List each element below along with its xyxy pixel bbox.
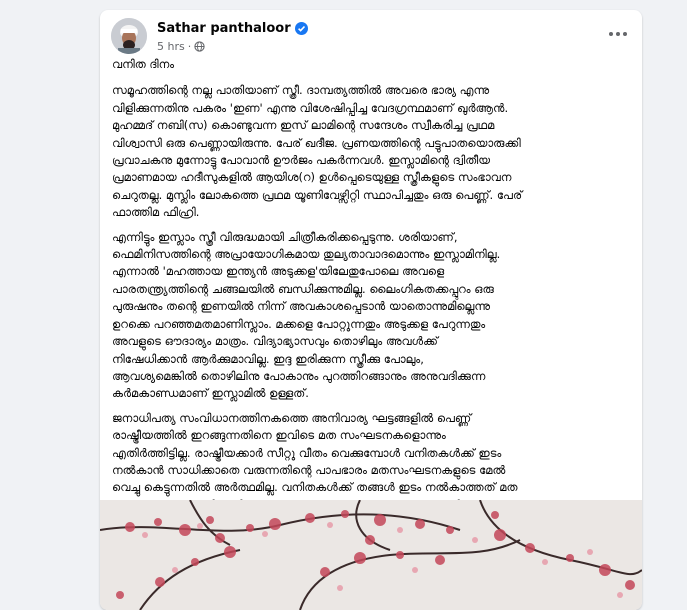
avatar[interactable] xyxy=(111,18,147,54)
post-photo[interactable] xyxy=(100,500,642,610)
post-card: Sathar panthaloor 5 hrs · വനിത ദിനം സമൂഹ… xyxy=(100,10,642,610)
author-name[interactable]: Sathar panthaloor xyxy=(157,21,308,36)
verified-badge-icon xyxy=(294,22,308,35)
post-paragraph-2: എന്നിട്ടും ഇസ്ലാം സ്ത്രീ വിരുദ്ധമായി ചിത… xyxy=(112,229,501,401)
globe-icon[interactable] xyxy=(194,41,205,52)
post-timestamp[interactable]: 5 hrs xyxy=(157,40,185,53)
meta-separator: · xyxy=(187,40,192,53)
more-options-icon[interactable] xyxy=(606,24,630,44)
post-body: വനിത ദിനം സമൂഹത്തിന്റെ നല്ല പാതിയാണ് സ്ത… xyxy=(112,56,632,539)
post-paragraph-1: സമൂഹത്തിന്റെ നല്ല പാതിയാണ് സ്ത്രീ. ദാമ്പ… xyxy=(112,83,523,220)
post-title: വനിത ദിനം xyxy=(112,57,175,71)
post-meta: 5 hrs · xyxy=(157,40,205,53)
author-name-label[interactable]: Sathar panthaloor xyxy=(157,21,291,36)
